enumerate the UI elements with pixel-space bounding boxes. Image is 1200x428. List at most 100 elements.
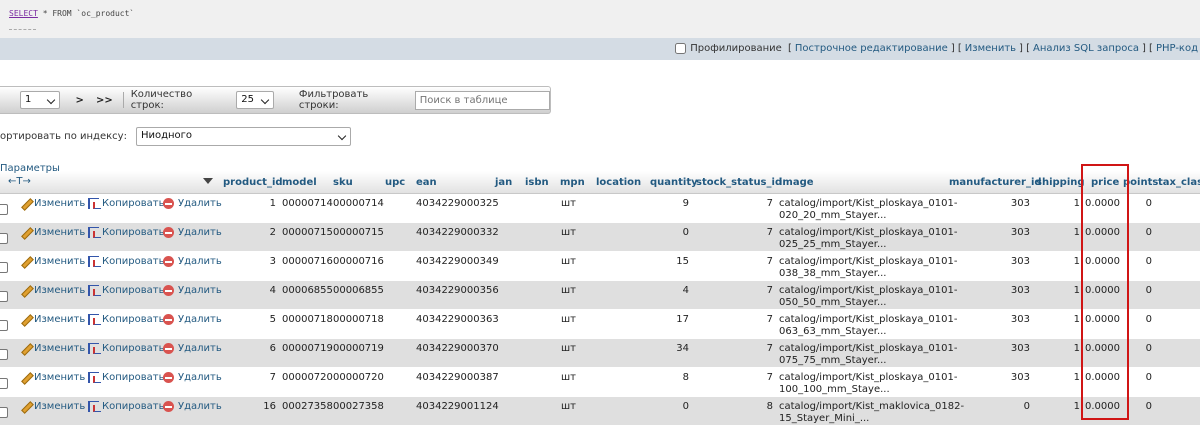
delete-row-button[interactable]: Удалить bbox=[163, 372, 222, 383]
delete-row-button[interactable]: Удалить bbox=[163, 256, 222, 267]
sql-query[interactable]: SELECT * FROM `oc_product` bbox=[9, 9, 134, 30]
cell-shipping: 1 bbox=[1073, 256, 1080, 267]
column-header-model[interactable]: model bbox=[282, 177, 317, 188]
row-checkbox[interactable] bbox=[0, 378, 8, 389]
edit-row-button[interactable]: Изменить bbox=[21, 256, 85, 267]
copy-row-button[interactable]: Копировать bbox=[88, 343, 164, 354]
copy-row-button[interactable]: Копировать bbox=[88, 285, 164, 296]
delete-icon bbox=[163, 372, 174, 383]
edit-row-button[interactable]: Изменить bbox=[21, 343, 85, 354]
copy-row-button[interactable]: Копировать bbox=[88, 314, 164, 325]
row-checkbox[interactable] bbox=[0, 349, 8, 360]
table-search-input[interactable] bbox=[414, 90, 550, 110]
copy-row-button[interactable]: Копировать bbox=[88, 256, 164, 267]
column-header-ean[interactable]: ean bbox=[416, 177, 437, 188]
last-page-button[interactable]: >> bbox=[96, 95, 113, 106]
edit-row-button[interactable]: Изменить bbox=[21, 372, 85, 383]
copy-row-button-label: Копировать bbox=[102, 372, 165, 383]
options-label[interactable]: Параметры bbox=[0, 163, 60, 174]
php-code-link[interactable]: PHP-код bbox=[1156, 43, 1198, 54]
delete-row-button[interactable]: Удалить bbox=[163, 285, 222, 296]
column-header-image[interactable]: image bbox=[779, 177, 814, 188]
delete-row-button-label: Удалить bbox=[178, 401, 222, 412]
edit-row-button[interactable]: Изменить bbox=[21, 314, 85, 325]
cell-quantity: 4 bbox=[682, 285, 689, 296]
cell-stock-status-id: 7 bbox=[766, 285, 773, 296]
cell-mpn: шт bbox=[561, 314, 576, 325]
cell-price: 0.0000 bbox=[1085, 198, 1120, 209]
column-header-jan[interactable]: jan bbox=[495, 177, 512, 188]
delete-row-button[interactable]: Удалить bbox=[163, 198, 222, 209]
column-header-isbn[interactable]: isbn bbox=[525, 177, 549, 188]
column-header-tax-clas[interactable]: tax_clas bbox=[1158, 177, 1200, 188]
edit-row-button[interactable]: Изменить bbox=[21, 285, 85, 296]
explain-sql-link[interactable]: Анализ SQL запроса bbox=[1033, 43, 1139, 54]
edit-query-link[interactable]: Изменить bbox=[965, 43, 1016, 54]
delete-row-button-label: Удалить bbox=[178, 198, 222, 209]
column-header-upc[interactable]: upc bbox=[385, 177, 405, 188]
copy-row-button-label: Копировать bbox=[102, 343, 165, 354]
delete-row-button[interactable]: Удалить bbox=[163, 314, 222, 325]
options-toggle[interactable]: Параметры ←T→ bbox=[0, 163, 60, 187]
column-header-sku[interactable]: sku bbox=[333, 177, 353, 188]
copy-row-button-label: Копировать bbox=[102, 256, 165, 267]
column-header-shipping[interactable]: shipping bbox=[1036, 177, 1085, 188]
row-checkbox[interactable] bbox=[0, 204, 8, 215]
row-checkbox[interactable] bbox=[0, 262, 8, 273]
edit-row-button[interactable]: Изменить bbox=[21, 198, 85, 209]
column-header-price[interactable]: price bbox=[1091, 177, 1119, 188]
sort-by-index: ортировать по индексу: Ниодного bbox=[0, 127, 351, 146]
delete-row-button[interactable]: Удалить bbox=[163, 401, 222, 412]
cell-sku: 00000718 bbox=[333, 314, 384, 325]
row-checkbox[interactable] bbox=[0, 407, 8, 418]
next-page-button[interactable]: > bbox=[76, 95, 84, 106]
delete-icon bbox=[163, 314, 174, 325]
column-header-mpn[interactable]: mpn bbox=[560, 177, 585, 188]
column-header-product-id[interactable]: product_id bbox=[223, 177, 283, 188]
delete-row-button[interactable]: Удалить bbox=[163, 227, 222, 238]
cell-quantity: 0 bbox=[682, 227, 689, 238]
bracket-sep: ] [ bbox=[950, 43, 962, 54]
cell-points: 0 bbox=[1145, 256, 1152, 267]
sql-keyword[interactable]: SELECT bbox=[9, 9, 38, 18]
edit-row-button-label: Изменить bbox=[34, 401, 86, 412]
table-row: Изменить Копировать Удалить 7 00000720 000007… bbox=[0, 368, 1200, 397]
edit-row-button[interactable]: Изменить bbox=[21, 227, 85, 238]
row-checkbox[interactable] bbox=[0, 320, 8, 331]
edit-row-button[interactable]: Изменить bbox=[21, 401, 85, 412]
page-select[interactable]: 1 bbox=[20, 91, 60, 109]
cell-product-id: 6 bbox=[269, 343, 276, 354]
copy-icon bbox=[88, 285, 101, 296]
copy-row-button[interactable]: Копировать bbox=[88, 372, 164, 383]
edit-row-button-label: Изменить bbox=[34, 343, 86, 354]
profiling-checkbox[interactable] bbox=[675, 43, 687, 54]
row-checkbox[interactable] bbox=[0, 233, 8, 244]
copy-icon bbox=[88, 343, 101, 354]
column-header-stock-status-id[interactable]: stock_status_id bbox=[696, 177, 782, 188]
sort-arrow-icon[interactable] bbox=[203, 178, 213, 184]
copy-row-button[interactable]: Копировать bbox=[88, 198, 164, 209]
column-header-points[interactable]: points bbox=[1123, 177, 1158, 188]
delete-row-button[interactable]: Удалить bbox=[163, 343, 222, 354]
column-arrows-icon[interactable]: ←T→ bbox=[8, 176, 31, 187]
cell-stock-status-id: 7 bbox=[766, 343, 773, 354]
rows-count-select[interactable]: 25 bbox=[236, 91, 274, 109]
row-checkbox[interactable] bbox=[0, 291, 8, 302]
column-header-manufacturer-id[interactable]: manufacturer_id bbox=[949, 177, 1042, 188]
cell-sku: 00000719 bbox=[333, 343, 384, 354]
sql-options-bar: Профилирование [ Построчное редактирован… bbox=[0, 38, 1200, 60]
cell-model: 00027358 bbox=[282, 401, 333, 412]
table-row: Изменить Копировать Удалить 3 00000716 000007… bbox=[0, 252, 1200, 281]
cell-stock-status-id: 7 bbox=[766, 227, 773, 238]
cell-manufacturer-id: 303 bbox=[1010, 256, 1030, 267]
delete-icon bbox=[163, 227, 174, 238]
copy-row-button[interactable]: Копировать bbox=[88, 401, 164, 412]
delete-row-button-label: Удалить bbox=[178, 314, 222, 325]
copy-row-button[interactable]: Копировать bbox=[88, 227, 164, 238]
cell-product-id: 16 bbox=[263, 401, 276, 412]
table-row: Изменить Копировать Удалить 2 00000715 000007… bbox=[0, 223, 1200, 252]
column-header-location[interactable]: location bbox=[596, 177, 641, 188]
column-header-quantity[interactable]: quantity bbox=[650, 177, 698, 188]
sort-index-select[interactable]: Ниодного bbox=[135, 127, 351, 146]
inline-edit-link[interactable]: Построчное редактирование bbox=[795, 43, 948, 54]
